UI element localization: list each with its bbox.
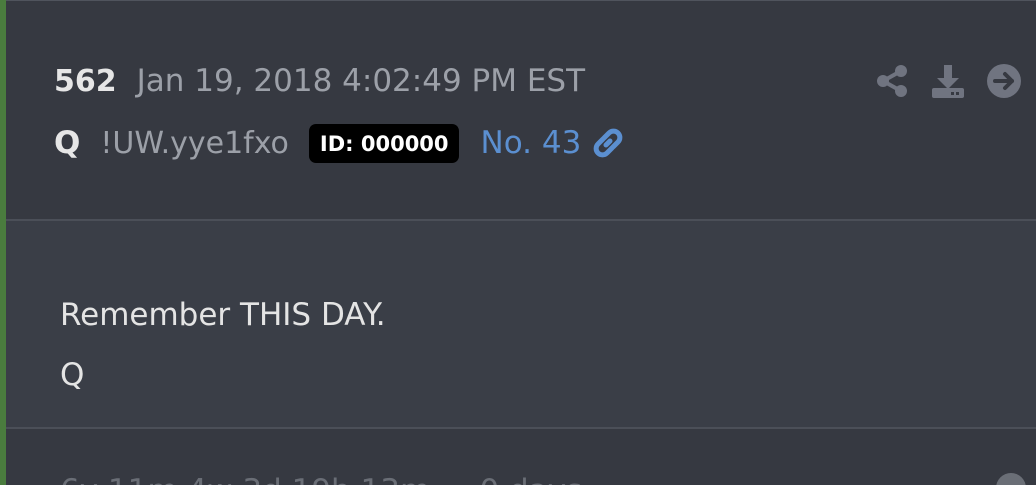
post-number: 562 [54, 64, 117, 99]
post-actions [874, 63, 1022, 99]
post-author: Q [54, 125, 81, 161]
post-body: Remember THIS DAY. Q [6, 221, 1036, 427]
post-card: 562 Jan 19, 2018 4:02:49 PM EST Q !UW.yy… [6, 0, 1036, 485]
post-page: 562 Jan 19, 2018 4:02:49 PM EST Q !UW.yy… [0, 0, 1036, 485]
post-header: 562 Jan 19, 2018 4:02:49 PM EST Q !UW.yy… [6, 1, 1036, 219]
download-icon[interactable] [930, 63, 966, 99]
post-footer: 6y 11m 4w 3d 19h 13m ... 0 days ... [6, 429, 1036, 485]
post-tripcode: !UW.yye1fxo [100, 125, 289, 161]
share-icon[interactable] [874, 63, 910, 99]
footer-circle-icon[interactable] [996, 473, 1026, 485]
post-date: Jan 19, 2018 4:02:49 PM EST [136, 63, 586, 99]
post-message-line: Remember THIS DAY. [60, 297, 386, 333]
arrow-circle-right-icon[interactable] [986, 63, 1022, 99]
post-footer-text: 6y 11m 4w 3d 19h 13m ... 0 days ... [60, 473, 622, 485]
link-icon[interactable] [589, 124, 627, 162]
post-meta-line: 562 Jan 19, 2018 4:02:49 PM EST [54, 63, 585, 103]
post-message-line: Q [60, 357, 85, 393]
id-badge: ID: 000000 [308, 123, 459, 163]
post-message: Remember THIS DAY. Q [60, 285, 386, 405]
post-link[interactable]: No. 43 [481, 125, 582, 161]
post-author-line: Q !UW.yye1fxo ID: 000000 No. 43 [54, 121, 627, 165]
